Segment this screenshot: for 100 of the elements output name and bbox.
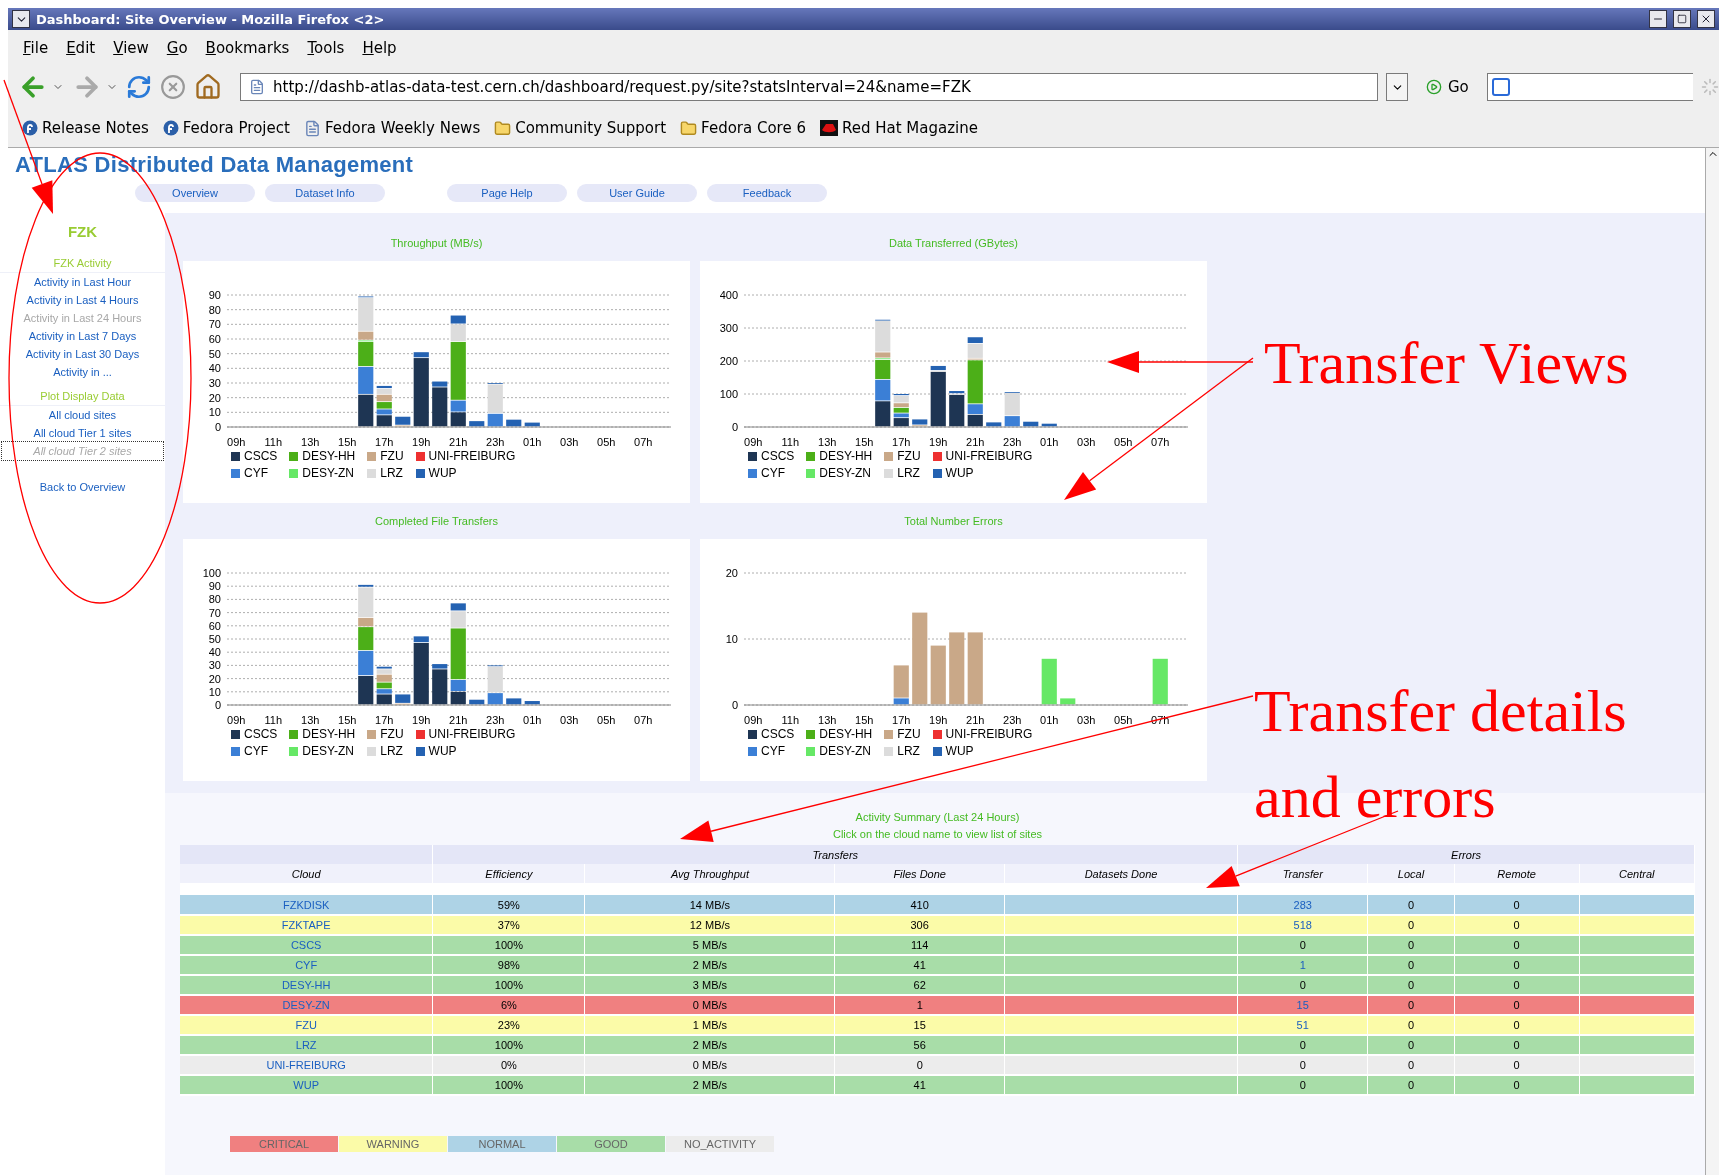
nav-tab[interactable]: Overview xyxy=(135,184,255,202)
history-dropdown-button[interactable] xyxy=(1386,73,1408,101)
table-cell: 0 xyxy=(1454,915,1580,935)
menu-item[interactable]: Go xyxy=(157,38,197,57)
maximize-button[interactable] xyxy=(1673,10,1691,28)
transfer-link[interactable]: 1 xyxy=(1299,959,1306,971)
cloud-link[interactable]: CSCS xyxy=(290,939,322,951)
cloud-link[interactable]: FZKTAPE xyxy=(281,919,331,931)
table-cell: 0 xyxy=(1367,1035,1455,1055)
summary-title: Activity Summary (Last 24 Hours) xyxy=(854,810,1021,825)
axis-tick-label: 05h xyxy=(597,436,616,448)
legend-label: FZU xyxy=(897,727,921,741)
nav-tab[interactable]: User Guide xyxy=(577,184,697,202)
go-button[interactable]: Go xyxy=(1416,78,1479,96)
bookmark-item[interactable]: Community Support xyxy=(494,119,667,137)
sidebar-link[interactable]: Activity in Last 7 Days xyxy=(2,327,163,345)
cloud-link[interactable]: WUP xyxy=(293,1079,319,1091)
chart-bar xyxy=(930,645,946,705)
bookmark-item[interactable]: Red Hat Magazine xyxy=(820,119,978,137)
bookmark-item[interactable]: Fedora Core 6 xyxy=(680,119,806,137)
cloud-link[interactable]: DESY-HH xyxy=(281,979,331,991)
table-cell: 37% xyxy=(432,915,585,935)
chart-title: Throughput (MB/s) xyxy=(389,236,484,251)
transfer-link[interactable]: 518 xyxy=(1293,919,1312,931)
legend-swatch xyxy=(231,468,240,478)
legend-swatch xyxy=(806,451,816,461)
transfer-link[interactable]: 283 xyxy=(1293,898,1312,911)
sidebar-link[interactable]: All cloud Tier 1 sites xyxy=(2,424,163,442)
axis-tick-label: 21h xyxy=(966,714,985,726)
axis-tick-label: 300 xyxy=(719,322,738,334)
legend-swatch xyxy=(884,468,894,478)
axis-tick-label: 17h xyxy=(892,436,911,448)
page-icon xyxy=(303,119,321,137)
chart-bar xyxy=(358,650,374,676)
sidebar-link[interactable]: Activity in ... xyxy=(2,363,163,381)
stop-icon[interactable] xyxy=(160,74,186,100)
menu-item[interactable]: Edit xyxy=(57,38,105,57)
sidebar-link[interactable]: Activity in Last Hour xyxy=(2,273,163,291)
axis-tick-label: 03h xyxy=(560,714,579,726)
window-menu-button[interactable] xyxy=(12,10,30,28)
axis-tick-label: 07h xyxy=(634,436,653,448)
bookmark-item[interactable]: Release Notes xyxy=(22,119,149,137)
menu-item[interactable]: Bookmarks xyxy=(196,38,299,57)
bookmark-item[interactable]: Fedora Weekly News xyxy=(303,119,481,137)
chart-bar xyxy=(1023,421,1039,427)
sidebar-link[interactable]: Activity in Last 30 Days xyxy=(2,345,163,363)
cloud-link[interactable]: CYF xyxy=(295,959,318,971)
menu-item[interactable]: Help xyxy=(353,38,406,57)
table-cell: 0 xyxy=(1454,1035,1580,1055)
axis-tick-label: 0 xyxy=(214,699,221,711)
nav-tab[interactable]: Feedback xyxy=(707,184,827,202)
chart-bar xyxy=(358,394,374,427)
chart-bar xyxy=(967,414,983,427)
close-button[interactable] xyxy=(1697,10,1715,28)
legend-swatch xyxy=(932,746,942,756)
address-field[interactable]: http://dashb-atlas-data-test.cern.ch/dashboard/request.py/site?statsInterval=24&name=FZK xyxy=(240,73,1378,101)
table-cell: 100% xyxy=(432,1035,585,1055)
axis-tick-label: 21h xyxy=(449,436,468,448)
column-header: Transfer xyxy=(1237,864,1368,883)
chart-bar xyxy=(358,675,374,705)
transfer-link[interactable]: 51 xyxy=(1296,1019,1309,1031)
table-cell: 0 xyxy=(1454,975,1580,995)
menu-item[interactable]: File xyxy=(14,38,58,57)
menu-item[interactable]: View xyxy=(104,38,158,57)
legend-swatch xyxy=(367,729,377,739)
legend-label: UNI-FREIBURG xyxy=(428,727,516,741)
back-link[interactable]: Back to Overview xyxy=(0,478,165,496)
axis-tick-label: 09h xyxy=(744,436,763,448)
legend-swatch xyxy=(231,729,240,739)
menu-item[interactable]: Tools xyxy=(298,38,354,57)
legend-swatch xyxy=(806,729,816,739)
axis-tick-label: 0 xyxy=(731,699,738,711)
cloud-link[interactable]: UNI-FREIBURG xyxy=(266,1059,346,1071)
axis-tick-label: 23h xyxy=(1003,436,1022,448)
cloud-link[interactable]: LRZ xyxy=(295,1039,317,1051)
axis-tick-label: 11h xyxy=(264,714,282,726)
nav-tab[interactable]: Dataset Info xyxy=(265,184,385,202)
home-icon[interactable] xyxy=(194,73,222,101)
axis-tick-label: 03h xyxy=(1077,436,1096,448)
legend-swatch xyxy=(415,468,425,478)
legend-swatch xyxy=(748,746,757,756)
chart-bar xyxy=(506,698,522,705)
axis-tick-label: 07h xyxy=(1151,436,1170,448)
fedora-icon xyxy=(162,120,179,136)
axis-tick-label: 50 xyxy=(208,633,221,645)
sidebar-link[interactable]: Activity in Last 4 Hours xyxy=(2,291,163,309)
minimize-button[interactable] xyxy=(1649,10,1667,28)
axis-tick-label: 60 xyxy=(208,333,221,345)
legend-swatch xyxy=(884,746,894,756)
cloud-link[interactable]: FZU xyxy=(295,1019,317,1031)
legend-label: LRZ xyxy=(380,466,403,480)
reload-icon[interactable] xyxy=(126,74,152,100)
bookmark-item[interactable]: Fedora Project xyxy=(162,119,290,137)
nav-tab[interactable]: Page Help xyxy=(447,184,567,202)
search-field[interactable] xyxy=(1486,73,1693,101)
sidebar-link[interactable]: All cloud sites xyxy=(2,406,163,424)
cloud-link[interactable]: FZKDISK xyxy=(282,898,330,911)
table-cell: 0 xyxy=(1367,995,1455,1015)
table-cell: 0 xyxy=(1454,935,1580,955)
folder-icon xyxy=(680,119,698,137)
